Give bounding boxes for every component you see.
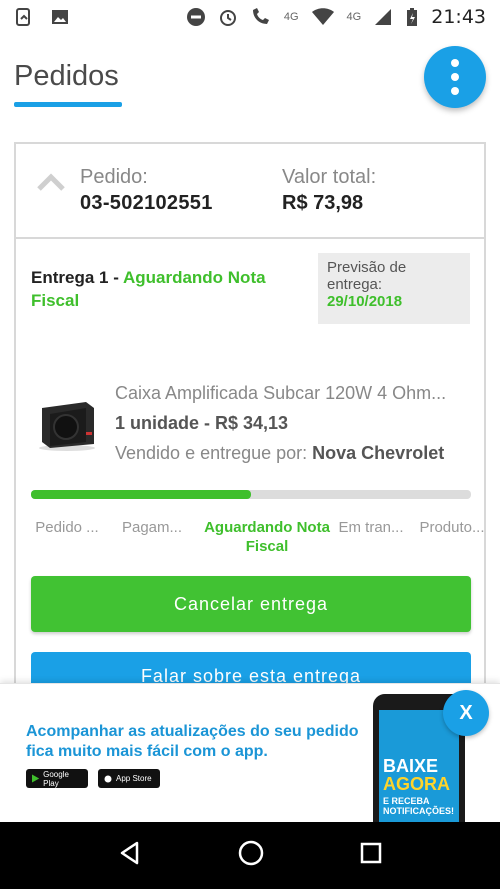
step-delivered: Produto... — [419, 519, 485, 536]
product-name[interactable]: Caixa Amplificada Subcar 120W 4 Ohm... — [115, 383, 469, 404]
apple-icon — [104, 775, 112, 783]
orders-screen: 4G 4G 21:43 Pedidos Pedido: 03-502102551… — [0, 0, 500, 889]
wifi-icon — [311, 7, 335, 27]
step-awaiting-invoice: Aguardando Nota Fiscal — [204, 519, 330, 555]
google-play-label: Google Play — [43, 769, 69, 788]
step-payment: Pagam... — [121, 519, 183, 536]
delivery-forecast: Previsão de entrega: 29/10/2018 — [318, 253, 470, 324]
step-in-transit: Em tran... — [338, 519, 404, 536]
delivery-title: Entrega 1 - Aguardando Nota Fiscal — [31, 266, 301, 312]
alarm-icon — [218, 7, 238, 27]
network-type: 4G — [283, 11, 299, 23]
forecast-label: Previsão de entrega: — [327, 259, 407, 293]
order-number: 03-502102551 — [80, 192, 213, 214]
app-header: Pedidos — [0, 34, 500, 124]
seller-name: Nova Chevrolet — [312, 443, 445, 463]
home-icon[interactable] — [237, 839, 265, 872]
more-vert-icon-dot — [451, 87, 459, 95]
order-summary[interactable]: Pedido: 03-502102551 Valor total: R$ 73,… — [16, 144, 484, 239]
battery-icon — [405, 7, 419, 27]
clock: 21:43 — [431, 6, 486, 28]
recents-icon[interactable] — [359, 841, 383, 870]
forecast-date: 29/10/2018 — [327, 293, 403, 310]
google-play-badge[interactable]: Google Play — [26, 769, 88, 788]
banner-text: Acompanhar as atualizações do seu pedido… — [26, 723, 359, 760]
total-label: Valor total: — [282, 166, 377, 188]
phone-text-2: AGORA — [383, 774, 450, 794]
cancel-delivery-button[interactable]: Cancelar entrega — [31, 576, 471, 632]
app-store-badge[interactable]: App Store — [98, 769, 160, 788]
signal-icon — [373, 7, 393, 27]
order-label: Pedido: — [80, 166, 148, 188]
page-title: Pedidos — [14, 60, 119, 92]
delivery-number: Entrega 1 - — [31, 268, 123, 287]
screenshot-icon — [14, 7, 34, 27]
back-icon[interactable] — [117, 840, 143, 871]
delivery-progress-fill — [31, 490, 251, 499]
system-nav-bar — [0, 822, 500, 889]
network-type-2: 4G — [346, 11, 362, 23]
delivery-steps: Pedido ... Pagam... Aguardando Nota Fisc… — [31, 518, 484, 562]
seller-label: Vendido e entregue por: — [115, 443, 313, 463]
do-not-disturb-icon — [186, 7, 206, 27]
delivery-progress-bar — [31, 490, 471, 499]
product-quantity-price: 1 unidade - R$ 34,13 — [115, 413, 289, 433]
tab-indicator — [14, 102, 122, 107]
app-store-label: App Store — [116, 774, 152, 783]
total-value: R$ 73,98 — [282, 192, 364, 214]
more-options-button[interactable] — [424, 46, 486, 108]
product-seller: Vendido e entregue por: Nova Chevrolet — [115, 443, 444, 464]
gallery-icon — [50, 7, 70, 27]
close-banner-button[interactable]: X — [443, 690, 489, 736]
app-download-banner[interactable]: Acompanhar as atualizações do seu pedido… — [0, 683, 500, 822]
more-vert-icon-dot — [451, 73, 459, 81]
status-bar: 4G 4G 21:43 — [0, 0, 500, 34]
google-play-icon — [32, 774, 40, 783]
more-vert-icon — [451, 59, 459, 67]
product-image[interactable] — [36, 394, 98, 452]
chevron-up-icon[interactable] — [36, 172, 66, 197]
volte-call-icon — [250, 7, 272, 27]
step-order-placed: Pedido ... — [35, 519, 99, 536]
phone-text-3: E RECEBA NOTIFICAÇÕES! — [383, 796, 454, 816]
